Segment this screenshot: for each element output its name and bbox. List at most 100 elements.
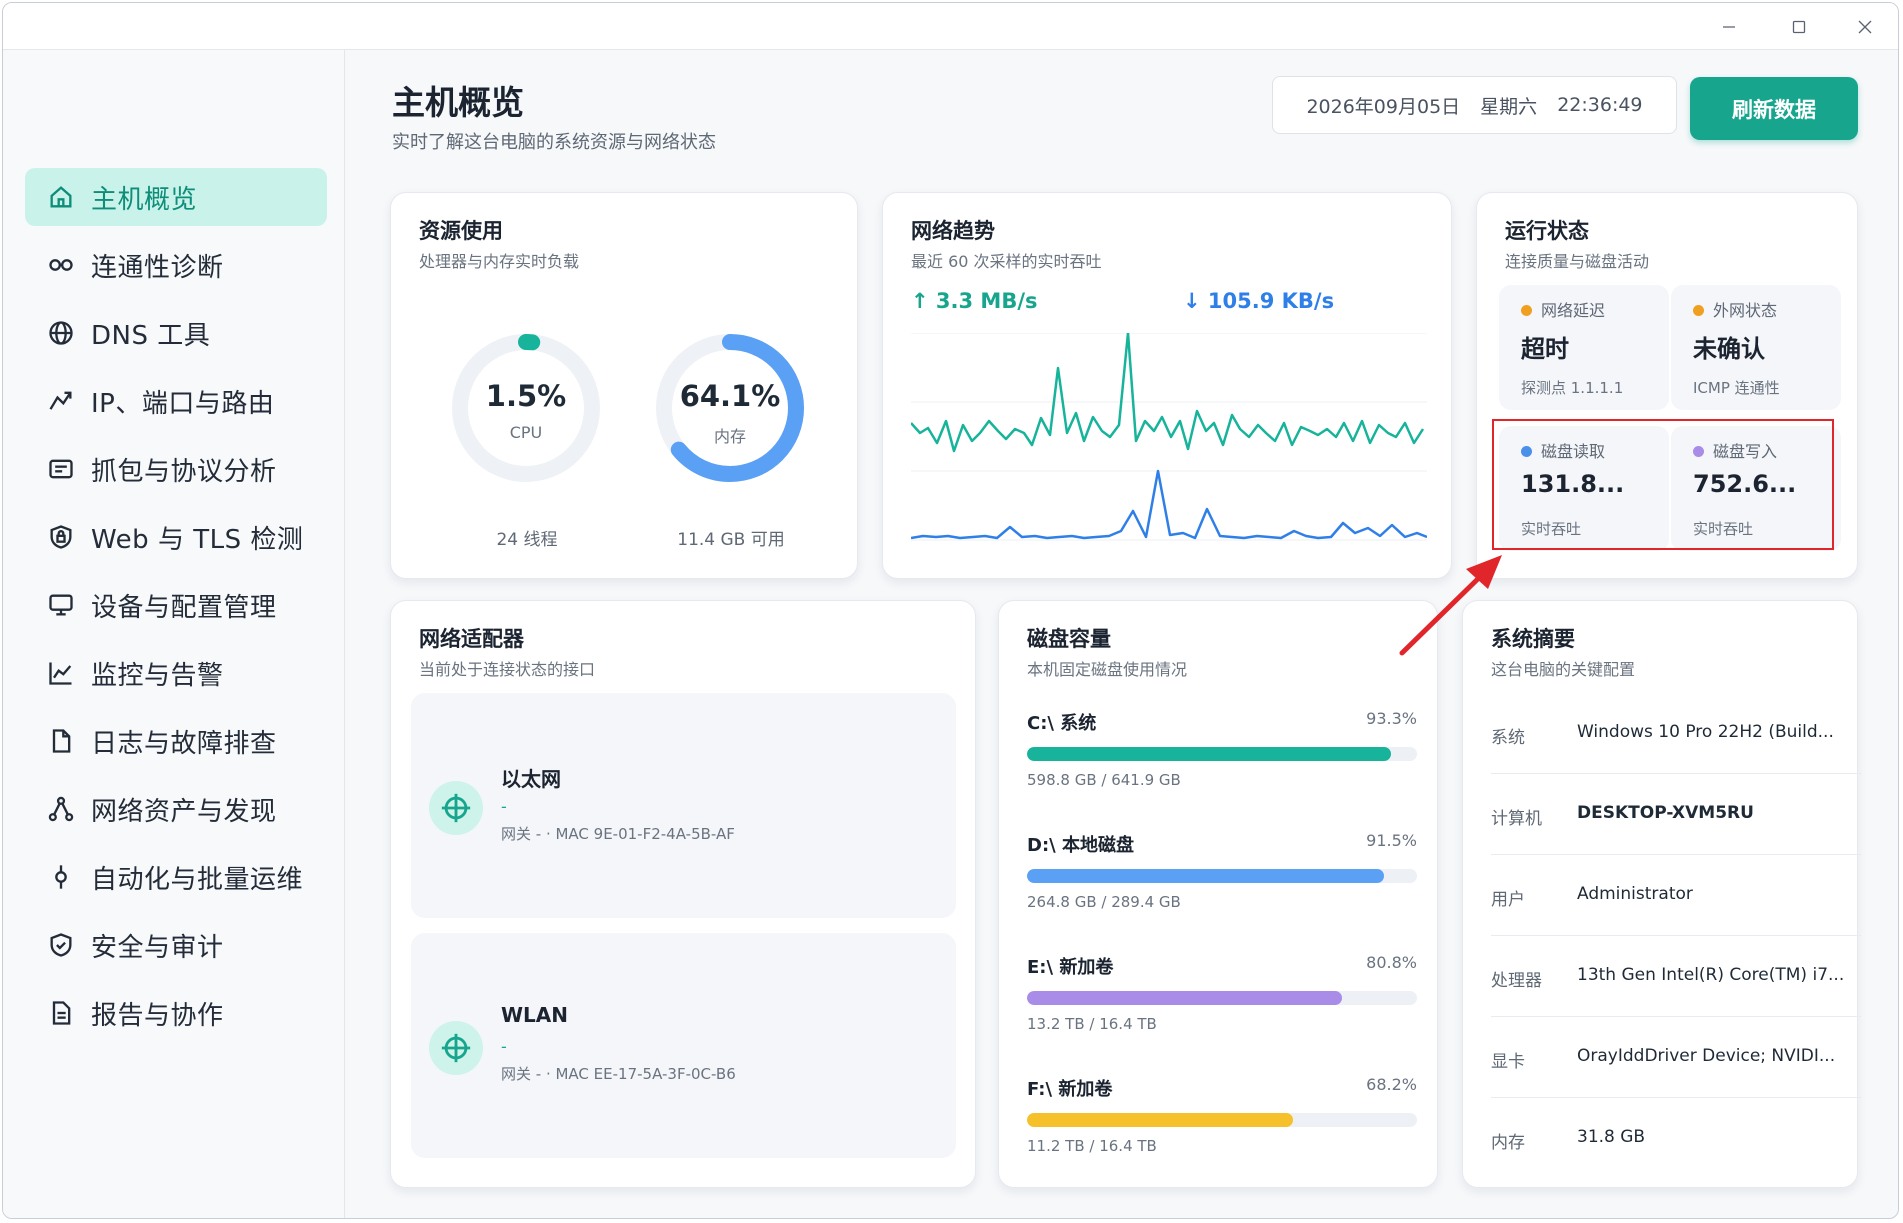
summary-row-os: 系统 Windows 10 Pro 22H2 (Build... bbox=[1491, 693, 1861, 774]
sidebar-item-web-tls[interactable]: Web 与 TLS 检测 bbox=[25, 508, 327, 566]
nodes-icon bbox=[45, 793, 77, 825]
home-icon bbox=[45, 181, 77, 213]
sidebar: 主机概览 连通性诊断 DNS 工具 IP、端口与路由 抓包与协议分析 Web 与… bbox=[3, 50, 345, 1218]
monitor-icon bbox=[45, 589, 77, 621]
disk-name: C:\ 系统 bbox=[1027, 713, 1097, 734]
disk-usage-fill bbox=[1027, 747, 1391, 761]
internet-status-tile: 外网状态 未确认 ICMP 连通性 bbox=[1671, 285, 1841, 410]
disk-percent: 80.8% bbox=[1366, 953, 1417, 972]
adapter-meta: 网关 - · MAC EE-17-5A-3F-0C-B6 bbox=[501, 1065, 736, 1083]
maximize-button[interactable] bbox=[1763, 3, 1835, 50]
latency-tile: 网络延迟 超时 探测点 1.1.1.1 bbox=[1499, 285, 1669, 410]
route-icon bbox=[45, 385, 77, 417]
status-dot bbox=[1693, 305, 1704, 316]
sidebar-item-reports[interactable]: 报告与协作 bbox=[25, 984, 327, 1042]
card-title: 网络趋势 bbox=[911, 219, 995, 243]
adapter-ip: - bbox=[501, 1037, 507, 1056]
tile-value: 未确认 bbox=[1693, 335, 1765, 363]
resource-card: 资源使用 处理器与内存实时负载 1.5% CPU 24 线程 64.1% 内存 … bbox=[390, 192, 858, 579]
tile-foot: 探测点 1.1.1.1 bbox=[1521, 379, 1624, 397]
automation-icon bbox=[45, 861, 77, 893]
summary-value: 13th Gen Intel(R) Core(TM) i7... bbox=[1577, 965, 1845, 985]
disk-usage-bar bbox=[1027, 991, 1417, 1005]
summary-key: 处理器 bbox=[1491, 971, 1542, 991]
disk-name: D:\ 本地磁盘 bbox=[1027, 835, 1134, 856]
sidebar-item-label: 设备与配置管理 bbox=[91, 592, 277, 623]
disk-usage-bar bbox=[1027, 869, 1417, 883]
sidebar-item-automation[interactable]: 自动化与批量运维 bbox=[25, 848, 327, 906]
sidebar-item-label: 主机概览 bbox=[91, 184, 198, 215]
adapter-name: WLAN bbox=[501, 1003, 569, 1027]
disk-size: 598.8 GB / 641.9 GB bbox=[1027, 771, 1181, 789]
sidebar-item-label: Web 与 TLS 检测 bbox=[91, 524, 304, 555]
sidebar-item-security[interactable]: 安全与审计 bbox=[25, 916, 327, 974]
globe-icon bbox=[45, 317, 77, 349]
refresh-button[interactable]: 刷新数据 bbox=[1690, 77, 1858, 140]
status-dot bbox=[1521, 305, 1532, 316]
disk-usage-bar bbox=[1027, 1113, 1417, 1127]
memory-value: 64.1% bbox=[679, 379, 781, 413]
summary-row-cpu: 处理器 13th Gen Intel(R) Core(TM) i7... bbox=[1491, 936, 1861, 1017]
disk-item-d: D:\ 本地磁盘 91.5% 264.8 GB / 289.4 GB bbox=[1027, 831, 1417, 931]
sidebar-item-dns[interactable]: DNS 工具 bbox=[25, 304, 327, 362]
cpu-gauge: 1.5% CPU bbox=[451, 333, 601, 483]
close-button[interactable] bbox=[1829, 3, 1898, 50]
adapter-meta: 网关 - · MAC 9E-01-F2-4A-5B-AF bbox=[501, 825, 735, 843]
time-text: 22:36:49 bbox=[1557, 94, 1643, 116]
date-text: 2026年09月05日 bbox=[1306, 95, 1461, 118]
disk-size: 13.2 TB / 16.4 TB bbox=[1027, 1015, 1157, 1033]
card-subtitle: 处理器与内存实时负载 bbox=[419, 252, 580, 271]
report-icon bbox=[45, 997, 77, 1029]
datetime-display: 2026年09月05日 星期六 22:36:49 bbox=[1272, 76, 1677, 134]
summary-value: DESKTOP-XVM5RU bbox=[1577, 803, 1754, 823]
minimize-button[interactable] bbox=[1693, 3, 1765, 50]
network-trend-sparkline bbox=[911, 333, 1427, 541]
sidebar-item-label: 日志与故障排查 bbox=[91, 728, 277, 759]
adapter-item-ethernet[interactable]: 以太网 - 网关 - · MAC 9E-01-F2-4A-5B-AF bbox=[411, 693, 956, 918]
sidebar-item-connectivity[interactable]: 连通性诊断 bbox=[25, 236, 327, 294]
sidebar-item-label: 安全与审计 bbox=[91, 932, 224, 963]
sidebar-item-monitoring[interactable]: 监控与告警 bbox=[25, 644, 327, 702]
disk-item-c: C:\ 系统 93.3% 598.8 GB / 641.9 GB bbox=[1027, 709, 1417, 809]
tile-value: 超时 bbox=[1521, 335, 1569, 363]
sidebar-item-label: 网络资产与发现 bbox=[91, 796, 277, 827]
page-title: 主机概览 bbox=[392, 83, 524, 122]
tile-label: 网络延迟 bbox=[1541, 301, 1606, 320]
sidebar-item-label: 抓包与协议分析 bbox=[91, 456, 277, 487]
sidebar-item-devices[interactable]: 设备与配置管理 bbox=[25, 576, 327, 634]
summary-key: 内存 bbox=[1491, 1133, 1525, 1153]
page-subtitle: 实时了解这台电脑的系统资源与网络状态 bbox=[392, 132, 716, 153]
memory-available: 11.4 GB 可用 bbox=[677, 530, 785, 550]
card-title: 资源使用 bbox=[419, 219, 503, 243]
disk-size: 264.8 GB / 289.4 GB bbox=[1027, 893, 1181, 911]
disk-item-f: F:\ 新加卷 68.2% 11.2 TB / 16.4 TB bbox=[1027, 1075, 1417, 1175]
disk-usage-bar bbox=[1027, 747, 1417, 761]
annotation-highlight-box bbox=[1492, 419, 1834, 550]
download-rate: ↓ 105.9 KB/s bbox=[1183, 289, 1335, 313]
summary-key: 用户 bbox=[1491, 890, 1525, 910]
sidebar-item-label: 自动化与批量运维 bbox=[91, 864, 304, 895]
disk-usage-fill bbox=[1027, 869, 1384, 883]
summary-key: 系统 bbox=[1491, 728, 1525, 748]
weekday-text: 星期六 bbox=[1480, 95, 1538, 118]
adapter-item-wlan[interactable]: WLAN - 网关 - · MAC EE-17-5A-3F-0C-B6 bbox=[411, 933, 956, 1158]
card-subtitle: 当前处于连接状态的接口 bbox=[419, 660, 596, 679]
minimize-icon bbox=[1723, 25, 1735, 28]
adapters-card: 网络适配器 当前处于连接状态的接口 以太网 - 网关 - · MAC 9E-01… bbox=[390, 600, 976, 1188]
sidebar-item-assets[interactable]: 网络资产与发现 bbox=[25, 780, 327, 838]
tile-foot: ICMP 连通性 bbox=[1693, 379, 1780, 397]
close-icon bbox=[1858, 20, 1872, 33]
summary-value: Windows 10 Pro 22H2 (Build... bbox=[1577, 722, 1834, 742]
card-title: 网络适配器 bbox=[419, 627, 524, 651]
card-title: 运行状态 bbox=[1505, 219, 1589, 243]
title-bar bbox=[3, 3, 1898, 50]
summary-row-user: 用户 Administrator bbox=[1491, 855, 1861, 936]
sidebar-item-ip-routing[interactable]: IP、端口与路由 bbox=[25, 372, 327, 430]
sidebar-item-packet[interactable]: 抓包与协议分析 bbox=[25, 440, 327, 498]
summary-value: 31.8 GB bbox=[1577, 1127, 1646, 1147]
shield-lock-icon bbox=[45, 521, 77, 553]
summary-row-memory: 内存 31.8 GB bbox=[1491, 1098, 1861, 1179]
sidebar-item-overview[interactable]: 主机概览 bbox=[25, 168, 327, 226]
sidebar-item-logs[interactable]: 日志与故障排查 bbox=[25, 712, 327, 770]
card-subtitle: 连接质量与磁盘活动 bbox=[1505, 252, 1650, 271]
